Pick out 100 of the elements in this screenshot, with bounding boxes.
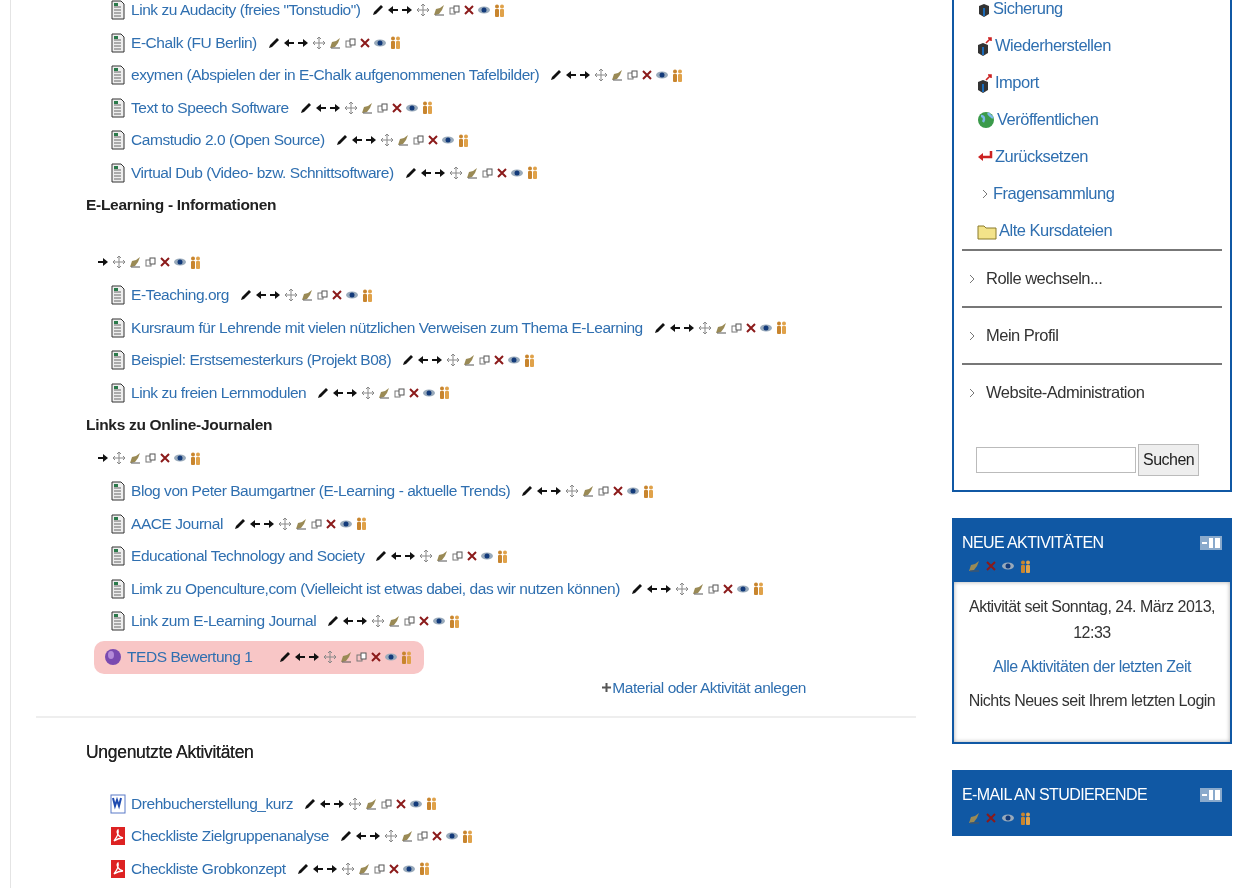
delete-icon[interactable]	[160, 256, 170, 268]
left-arrow-icon[interactable]	[350, 134, 362, 147]
globe-icon[interactable]	[977, 109, 995, 130]
activity-link[interactable]: Limk zu Openculture,com (Vielleicht ist etwas dabei, das wir nutzen können)	[131, 579, 620, 598]
left-arrow-icon[interactable]	[386, 4, 398, 17]
block-link[interactable]: Alle Aktivitäten der letzten Zeit	[993, 658, 1191, 675]
activity-link[interactable]: TEDS Bewertung 1	[127, 648, 253, 666]
duplicate-icon[interactable]	[452, 550, 464, 563]
right-arrow-icon[interactable]	[357, 615, 369, 628]
activity-link[interactable]: Kursraum für Lehrende mit vielen nützlichen Verweisen zum Thema E-Learning	[131, 318, 643, 337]
nav-link[interactable]: Mein Profil	[986, 326, 1059, 345]
hand-writing-icon[interactable]	[294, 517, 307, 530]
right-arrow-icon[interactable]	[269, 289, 281, 302]
activity-link[interactable]: Blog von Peter Baumgartner (E-Learning - aktuelle Trends)	[131, 482, 511, 501]
pencil-icon[interactable]	[630, 582, 642, 595]
left-arrow-icon[interactable]	[282, 36, 294, 49]
delete-icon[interactable]	[467, 550, 478, 563]
delete-icon[interactable]	[432, 830, 443, 843]
duplicate-icon[interactable]	[412, 134, 424, 147]
hand-writing-icon[interactable]	[360, 101, 373, 114]
activity-link[interactable]: E-Teaching.org	[131, 286, 229, 305]
hand-writing-icon[interactable]	[432, 4, 445, 17]
delete-icon[interactable]	[359, 36, 370, 49]
activity-link[interactable]: E-Chalk (FU Berlin)	[131, 33, 257, 52]
duplicate-icon[interactable]	[376, 101, 388, 114]
pencil-icon[interactable]	[550, 69, 562, 82]
right-arrow-icon[interactable]	[434, 166, 446, 179]
left-arrow-icon[interactable]	[294, 651, 306, 663]
duplicate-icon[interactable]	[598, 485, 610, 498]
hand-writing-icon[interactable]	[129, 452, 141, 464]
delete-icon[interactable]	[494, 354, 505, 367]
right-arrow-icon[interactable]	[333, 797, 345, 810]
activity-link[interactable]: Link zum E-Learning Journal	[131, 612, 317, 631]
pencil-icon[interactable]	[375, 550, 387, 563]
pencil-icon[interactable]	[303, 797, 315, 810]
pencil-icon[interactable]	[521, 485, 533, 498]
left-arrow-icon[interactable]	[332, 386, 344, 399]
activity-link[interactable]: Drehbucherstellung_kurz	[131, 794, 293, 813]
delete-icon[interactable]	[395, 797, 406, 810]
nav-link[interactable]: Website-Administration	[986, 383, 1145, 402]
duplicate-icon[interactable]	[145, 256, 156, 268]
right-arrow-icon[interactable]	[365, 134, 377, 147]
left-arrow-icon[interactable]	[248, 517, 260, 530]
left-arrow-icon[interactable]	[254, 289, 266, 302]
activity-link[interactable]: Checkliste Zielgruppenanalyse	[131, 827, 330, 846]
delete-icon[interactable]	[409, 386, 420, 399]
move-icon[interactable]	[113, 452, 125, 464]
admin-link[interactable]: Alte Kursdateien	[999, 221, 1113, 240]
hand-writing-icon[interactable]	[401, 830, 414, 843]
pencil-icon[interactable]	[327, 615, 339, 628]
hand-writing-icon[interactable]	[300, 289, 313, 302]
duplicate-icon[interactable]	[481, 166, 493, 179]
people-icon[interactable]	[1020, 560, 1031, 573]
left-arrow-icon[interactable]	[342, 615, 354, 628]
duplicate-icon[interactable]	[730, 321, 742, 334]
pencil-icon[interactable]	[402, 354, 414, 367]
cube-arrow-icon[interactable]	[977, 35, 993, 56]
delete-icon[interactable]	[325, 517, 336, 530]
delete-icon[interactable]	[613, 485, 624, 498]
delete-icon[interactable]	[463, 4, 474, 17]
eye-icon[interactable]	[174, 256, 186, 268]
left-arrow-icon[interactable]	[311, 862, 323, 875]
hand-writing-icon[interactable]	[611, 69, 624, 82]
delete-icon[interactable]	[496, 166, 507, 179]
activity-link[interactable]: Educational Technology and Society	[131, 547, 365, 566]
left-arrow-icon[interactable]	[314, 101, 326, 114]
people-icon[interactable]	[1020, 812, 1031, 825]
hand-writing-icon[interactable]	[582, 485, 595, 498]
right-arrow-icon[interactable]	[326, 862, 338, 875]
admin-link[interactable]: Sicherung	[993, 0, 1063, 18]
chevron-icon[interactable]	[968, 272, 976, 285]
right-arrow-icon[interactable]	[551, 485, 563, 498]
hand-writing-icon[interactable]	[388, 615, 401, 628]
admin-link[interactable]: Veröffentlichen	[997, 110, 1099, 129]
duplicate-icon[interactable]	[417, 830, 429, 843]
left-arrow-icon[interactable]	[668, 321, 680, 334]
hand-writing-icon[interactable]	[357, 862, 370, 875]
left-arrow-icon[interactable]	[565, 69, 577, 82]
left-arrow-icon[interactable]	[536, 485, 548, 498]
pencil-icon[interactable]	[279, 651, 291, 663]
activity-link[interactable]: Virtual Dub (Video- bzw. Schnittsoftware)	[131, 163, 394, 182]
right-arrow-icon[interactable]	[329, 101, 341, 114]
return-arrow-icon[interactable]	[977, 149, 993, 164]
admin-link[interactable]: Zurücksetzen	[995, 147, 1089, 166]
hand-writing-icon[interactable]	[465, 166, 478, 179]
pencil-icon[interactable]	[267, 36, 279, 49]
right-arrow-icon[interactable]	[98, 256, 109, 268]
duplicate-icon[interactable]	[394, 386, 406, 399]
right-arrow-icon[interactable]	[297, 36, 309, 49]
eye-icon[interactable]	[385, 651, 398, 663]
pencil-icon[interactable]	[299, 101, 311, 114]
delete-icon[interactable]	[745, 321, 756, 334]
duplicate-icon[interactable]	[310, 517, 322, 530]
duplicate-icon[interactable]	[448, 4, 460, 17]
pencil-icon[interactable]	[317, 386, 329, 399]
duplicate-icon[interactable]	[479, 354, 491, 367]
hand-writing-icon[interactable]	[364, 797, 377, 810]
hand-writing-icon[interactable]	[714, 321, 727, 334]
search-button[interactable]: Suchen	[1138, 444, 1200, 476]
activity-link[interactable]: Text to Speech Software	[131, 98, 289, 117]
